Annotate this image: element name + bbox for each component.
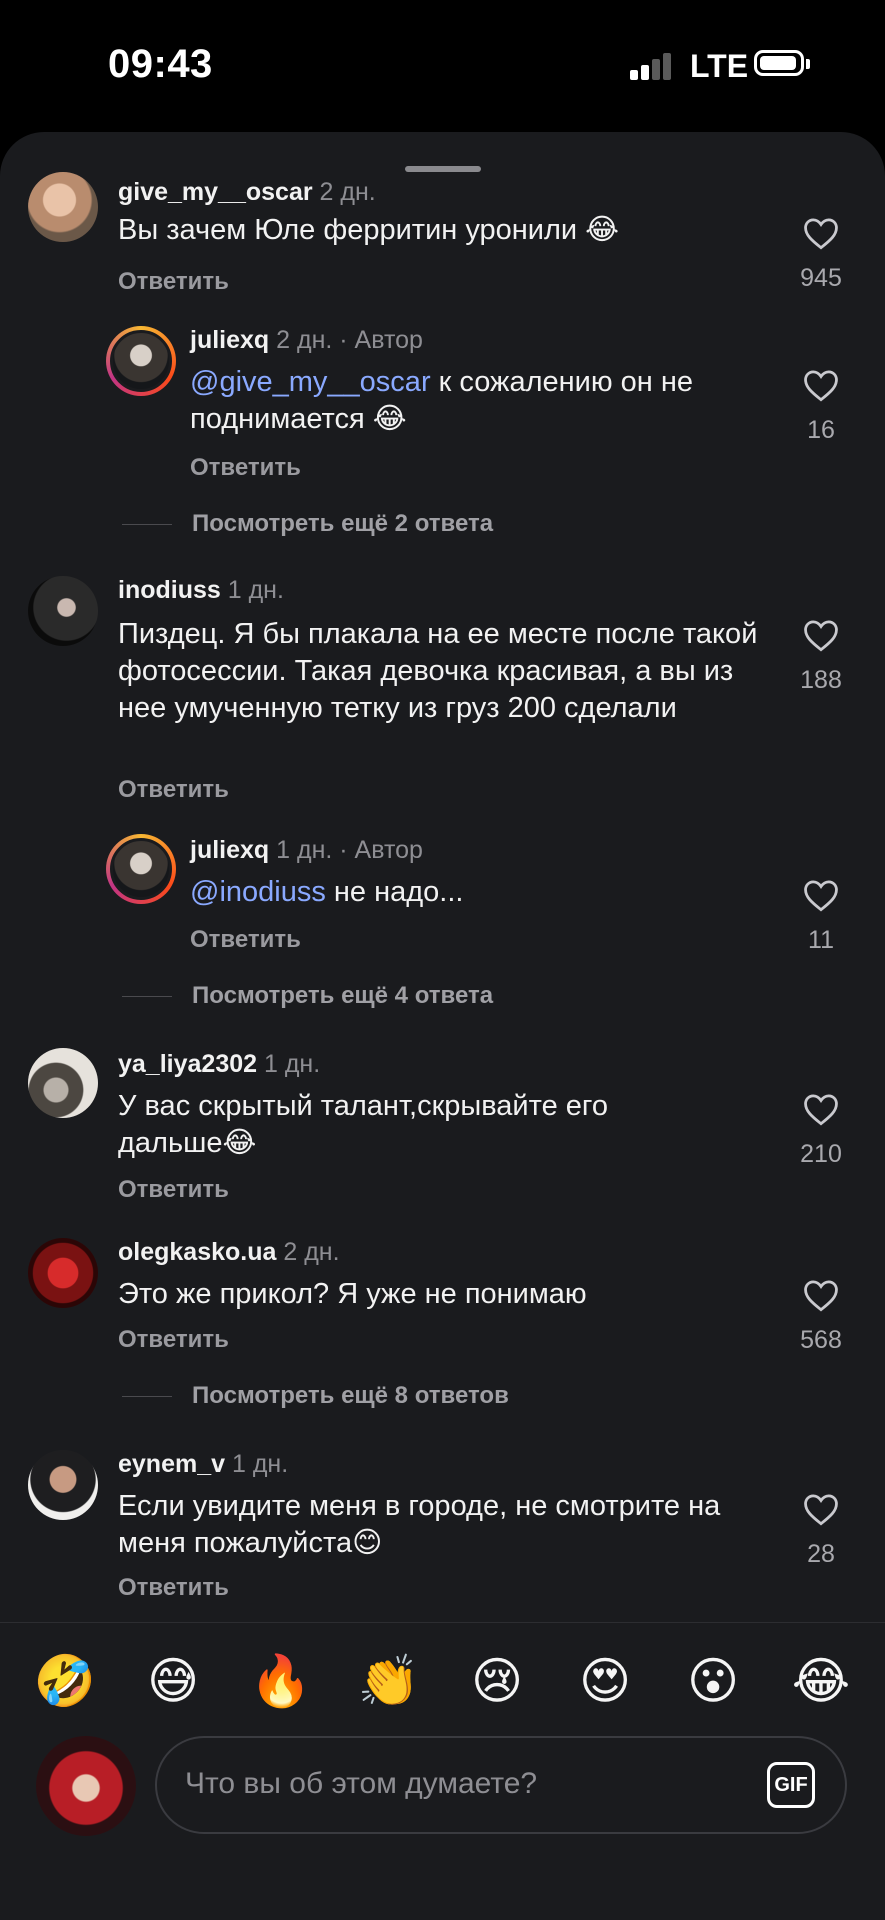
avatar[interactable] <box>28 576 98 646</box>
comment-time: 2 дн. <box>283 1238 340 1266</box>
comment-meta: eynem_v 1 дн. <box>118 1450 288 1479</box>
avatar[interactable] <box>28 1048 98 1118</box>
status-time: 09:43 <box>108 42 213 86</box>
reply-button[interactable]: Ответить <box>190 454 301 482</box>
view-more-replies[interactable]: Посмотреть ещё 2 ответа <box>122 510 493 538</box>
username[interactable]: ya_liya2302 <box>118 1050 257 1078</box>
emoji-fire-button[interactable]: 🔥 <box>246 1652 316 1711</box>
like-button[interactable]: 16 <box>786 368 856 445</box>
comment-time: 1 дн. <box>227 576 284 604</box>
comment-text: Это же прикол? Я уже не понимаю <box>118 1278 587 1310</box>
heart-icon <box>804 1494 838 1526</box>
like-button[interactable]: 568 <box>786 1278 856 1355</box>
like-count: 188 <box>800 666 842 694</box>
username[interactable]: eynem_v <box>118 1450 225 1478</box>
comment-text: Вы зачем Юле ферритин уронили 😂 <box>118 214 620 246</box>
heart-icon <box>804 620 838 652</box>
status-bar: 09:43 LTE <box>0 0 885 130</box>
view-more-replies[interactable]: Посмотреть ещё 8 ответов <box>122 1382 509 1410</box>
like-button[interactable]: 945 <box>786 216 856 293</box>
comment-text: @inodiuss не надо... <box>190 876 464 908</box>
reply-button[interactable]: Ответить <box>190 926 301 954</box>
comment-meta: olegkasko.ua 2 дн. <box>118 1238 340 1267</box>
mention-link[interactable]: @inodiuss <box>190 876 326 908</box>
like-button[interactable]: 28 <box>786 1492 856 1569</box>
view-more-replies[interactable]: Посмотреть ещё 4 ответа <box>122 982 493 1010</box>
like-button[interactable]: 188 <box>786 618 856 695</box>
battery-icon <box>754 50 812 80</box>
comment-meta: juliexq 1 дн. · Автор <box>190 836 423 865</box>
reply-button[interactable]: Ответить <box>118 1176 229 1204</box>
comment-meta: juliexq 2 дн. · Автор <box>190 326 423 355</box>
heart-icon <box>804 370 838 402</box>
emoji-quick-bar: 🤣 😅 🔥 👏 😢 😍 😮 😂 <box>0 1632 885 1742</box>
username[interactable]: inodiuss <box>118 576 221 604</box>
sheet-drag-handle[interactable] <box>405 166 481 172</box>
reply-button[interactable]: Ответить <box>118 1326 229 1354</box>
signal-icon <box>630 52 674 80</box>
comment-input[interactable]: Что вы об этом думаете? GIF <box>155 1736 847 1834</box>
author-avatar[interactable] <box>106 834 176 904</box>
like-button[interactable]: 210 <box>786 1092 856 1169</box>
emoji-joy-button[interactable]: 😂 <box>786 1652 856 1710</box>
comment-time: 2 дн. · Автор <box>276 326 423 354</box>
gif-button[interactable]: GIF <box>767 1762 815 1808</box>
like-count: 11 <box>808 926 834 954</box>
emoji-heart-eyes-button[interactable]: 😍 <box>570 1652 640 1710</box>
like-count: 945 <box>800 264 842 292</box>
comments-sheet: give_my__oscar 2 дн. Вы зачем Юле феррит… <box>0 132 885 1920</box>
like-count: 28 <box>807 1540 835 1568</box>
comment-list[interactable]: give_my__oscar 2 дн. Вы зачем Юле феррит… <box>0 132 885 1622</box>
username[interactable]: give_my__oscar <box>118 178 313 206</box>
comment-meta: ya_liya2302 1 дн. <box>118 1050 320 1079</box>
avatar[interactable] <box>28 1238 98 1308</box>
like-count: 210 <box>800 1140 842 1168</box>
comment-input-placeholder: Что вы об этом думаете? <box>185 1767 538 1800</box>
reply-button[interactable]: Ответить <box>118 1574 229 1602</box>
username[interactable]: olegkasko.ua <box>118 1238 276 1266</box>
comment-time: 1 дн. · Автор <box>276 836 423 864</box>
avatar[interactable] <box>28 172 98 242</box>
author-avatar[interactable] <box>106 326 176 396</box>
comment-time: 1 дн. <box>231 1450 289 1478</box>
emoji-open-mouth-button[interactable]: 😮 <box>678 1652 748 1710</box>
avatar[interactable] <box>28 1450 98 1520</box>
reply-button[interactable]: Ответить <box>118 776 229 804</box>
comment-text: @give_my__oscar к сожалению он не подним… <box>190 366 693 435</box>
comment-time: 2 дн. <box>319 178 376 206</box>
like-count: 568 <box>800 1326 842 1354</box>
heart-icon <box>804 218 838 250</box>
heart-icon <box>804 1094 838 1126</box>
comment-text: Если увидите меня в городе, не смотрите … <box>118 1490 721 1559</box>
comment-text: У вас скрытый талант,скрывайте его дальш… <box>118 1090 608 1159</box>
emoji-cry-button[interactable]: 😢 <box>462 1652 532 1710</box>
emoji-clap-button[interactable]: 👏 <box>354 1652 424 1711</box>
username[interactable]: juliexq <box>190 836 269 864</box>
comment-text: Пиздец. Я бы плакала на ее месте после т… <box>118 618 758 724</box>
emoji-rofl-button[interactable]: 🤣 <box>30 1652 100 1711</box>
comment-meta: give_my__oscar 2 дн. <box>118 178 376 207</box>
heart-icon <box>804 880 838 912</box>
heart-icon <box>804 1280 838 1312</box>
mention-link[interactable]: @give_my__oscar <box>190 366 431 398</box>
like-button[interactable]: 11 <box>786 878 856 955</box>
username[interactable]: juliexq <box>190 326 269 354</box>
divider <box>0 1622 885 1623</box>
network-type: LTE <box>690 48 749 84</box>
my-avatar <box>36 1736 136 1836</box>
reply-button[interactable]: Ответить <box>118 268 229 296</box>
like-count: 16 <box>807 416 835 444</box>
emoji-sweat-smile-button[interactable]: 😅 <box>138 1652 208 1710</box>
comment-meta: inodiuss 1 дн. <box>118 576 284 605</box>
comment-time: 1 дн. <box>263 1050 321 1078</box>
